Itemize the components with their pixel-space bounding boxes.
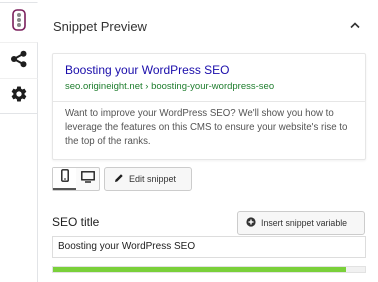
chevron-up-icon[interactable] bbox=[347, 17, 363, 33]
seo-title-progress-bar bbox=[52, 266, 366, 273]
edit-snippet-button[interactable]: Edit snippet bbox=[104, 167, 192, 191]
traffic-light-icon bbox=[11, 9, 26, 36]
seo-title-progress-fill bbox=[53, 267, 347, 272]
tab-readability[interactable] bbox=[0, 2, 38, 42]
pencil-icon bbox=[114, 173, 124, 185]
insert-snippet-variable-label: Insert snippet variable bbox=[261, 218, 348, 228]
panel-header[interactable]: Snippet Preview bbox=[38, 0, 378, 52]
mobile-icon bbox=[60, 169, 69, 187]
tab-settings[interactable] bbox=[0, 78, 38, 114]
insert-snippet-variable-button[interactable]: Insert snippet variable bbox=[237, 211, 365, 235]
preview-divider bbox=[53, 101, 365, 102]
panel-title: Snippet Preview bbox=[53, 19, 147, 34]
preview-description: Want to improve your WordPress SEO? We'l… bbox=[65, 108, 348, 148]
plus-circle-icon bbox=[246, 217, 256, 229]
mobile-preview-button[interactable] bbox=[53, 168, 76, 190]
desktop-icon bbox=[80, 170, 95, 188]
preview-title[interactable]: Boosting your WordPress SEO bbox=[65, 63, 230, 77]
preview-url: seo.origineight.net › boosting-your-word… bbox=[65, 81, 275, 92]
share-icon bbox=[10, 50, 28, 73]
tab-social[interactable] bbox=[0, 42, 38, 80]
metabox-tabs bbox=[0, 0, 38, 282]
gear-icon bbox=[10, 85, 28, 108]
seo-title-input[interactable]: Boosting your WordPress SEO bbox=[52, 236, 366, 258]
desktop-preview-button[interactable] bbox=[76, 168, 99, 190]
seo-title-label: SEO title bbox=[52, 215, 100, 229]
snippet-preview-card[interactable]: Boosting your WordPress SEO seo.originei… bbox=[52, 53, 366, 160]
device-switch bbox=[52, 167, 100, 191]
edit-snippet-label: Edit snippet bbox=[129, 174, 177, 184]
snippet-preview-panel: Snippet Preview Boosting your WordPress … bbox=[38, 0, 378, 282]
